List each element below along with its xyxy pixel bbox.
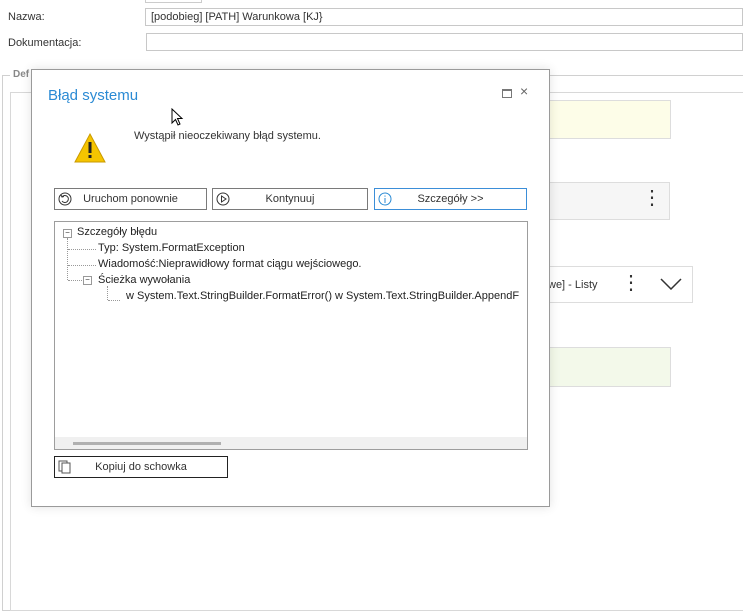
error-details-tree[interactable]: − Szczegóły błędu Typ: System.FormatExce… <box>54 221 528 450</box>
continue-button[interactable]: Kontynuuj <box>212 188 368 210</box>
tree-message[interactable]: Wiadomość:Nieprawidłowy format ciągu wej… <box>98 258 362 270</box>
details-label: Szczegóły >> <box>417 193 484 205</box>
tree-line <box>108 300 120 301</box>
tree-line <box>67 238 68 280</box>
restart-button[interactable]: Uruchom ponownie <box>54 188 207 210</box>
copy-label: Kopiuj do schowka <box>95 461 187 473</box>
more-options-icon-2[interactable]: ⋮ <box>621 273 641 293</box>
tree-line <box>68 265 96 266</box>
error-dialog: Błąd systemu × Wystąpił nieoczekiwany bł… <box>31 69 550 507</box>
nazwa-input[interactable]: [podobieg] [PATH] Warunkowa [KJ} <box>145 8 743 26</box>
tree-root[interactable]: Szczegóły błędu <box>77 226 157 238</box>
scrollbar-thumb[interactable] <box>73 442 221 445</box>
chevron-down-icon[interactable] <box>660 278 682 290</box>
dokumentacja-input[interactable] <box>146 33 743 51</box>
horizontal-scrollbar[interactable] <box>55 437 527 449</box>
yellow-box <box>540 100 671 139</box>
close-icon[interactable]: × <box>520 84 528 98</box>
tree-type[interactable]: Typ: System.FormatException <box>98 242 245 254</box>
list-text: we] - Listy <box>548 279 598 291</box>
restart-label: Uruchom ponownie <box>83 193 178 205</box>
collapse-icon[interactable]: − <box>63 229 72 238</box>
tree-stack-label[interactable]: Ścieżka wywołania <box>98 274 190 286</box>
collapse-icon[interactable]: − <box>83 276 92 285</box>
continue-label: Kontynuuj <box>265 193 315 205</box>
tree-line <box>107 286 108 300</box>
mouse-cursor-icon <box>171 108 184 126</box>
copy-to-clipboard-button[interactable]: Kopiuj do schowka <box>54 456 228 478</box>
definition-legend: Def <box>10 69 33 80</box>
maximize-icon[interactable] <box>502 89 512 98</box>
dokumentacja-label: Dokumentacja: <box>8 37 82 49</box>
dialog-title: Błąd systemu <box>48 87 139 104</box>
top-strip <box>145 0 202 3</box>
tree-line <box>68 280 82 281</box>
tree-stack-value[interactable]: w System.Text.StringBuilder.FormatError(… <box>126 290 519 302</box>
error-message: Wystąpił nieoczekiwany błąd systemu. <box>134 130 321 142</box>
nazwa-label: Nazwa: <box>8 11 45 23</box>
more-options-icon[interactable]: ⋮ <box>642 188 662 208</box>
green-box <box>540 347 671 387</box>
warning-icon <box>74 132 106 163</box>
details-button[interactable]: Szczegóły >> <box>374 188 527 210</box>
tree-line <box>68 249 96 250</box>
